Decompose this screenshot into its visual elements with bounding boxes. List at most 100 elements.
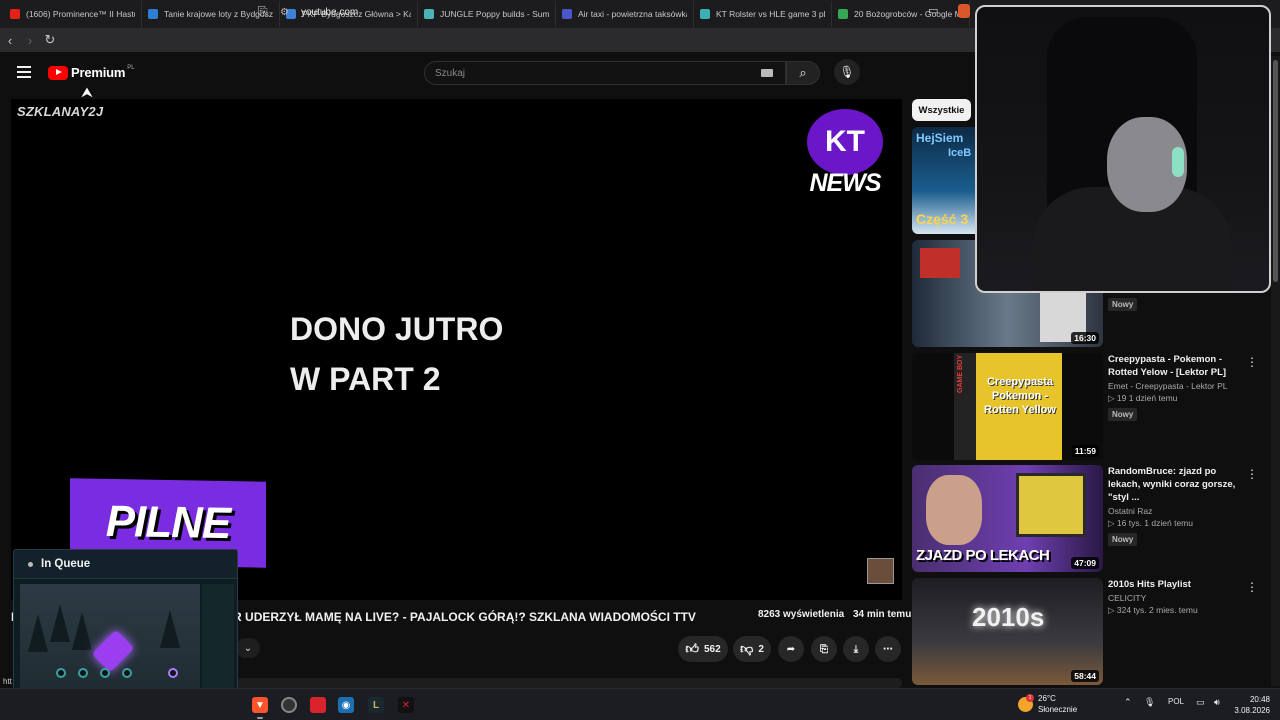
tree-graphic: [72, 612, 92, 650]
active-indicator: [257, 717, 263, 719]
more-actions-button[interactable]: ⋯: [875, 636, 901, 662]
video-thumbnail[interactable]: GAME BOY Creepypasta Pokemon - Rotten Ye…: [912, 353, 1103, 460]
more-options-icon[interactable]: ⋮: [1246, 580, 1258, 594]
views-icon: ▷: [1108, 518, 1117, 528]
view-count: 8263 wyświetlenia: [758, 609, 845, 620]
thumb-text: ZJAZD PO LEKACH: [916, 547, 1050, 564]
video-duration: 58:44: [1071, 670, 1099, 682]
url-text: youtube.com: [300, 6, 359, 18]
like-button[interactable]: 👍︎ 562: [678, 636, 728, 662]
video-title[interactable]: RandomBruce: zjazd po lekach, wyniki cor…: [1108, 465, 1248, 504]
menu-icon[interactable]: [17, 66, 31, 78]
more-icon: ⋯: [883, 643, 893, 655]
save-button[interactable]: ⎘: [811, 636, 837, 662]
filter-chip-all[interactable]: Wszystkie: [912, 99, 971, 121]
channel-name[interactable]: Ostatni Raz: [1108, 506, 1248, 516]
tab-title: (1606) Prominence™ II Hastur: [26, 9, 135, 19]
dislike-button[interactable]: 👎︎ 2: [733, 636, 771, 662]
youtube-premium-logo[interactable]: Premium PL: [48, 65, 135, 80]
thumb-text: Rotten Yellow: [984, 404, 1056, 416]
description-box[interactable]: [236, 678, 902, 688]
video-player[interactable]: SZKLANAY2J KT NEWS DONO JUTRO W PART 2 P…: [11, 99, 902, 600]
video-stats-text: 324 tys. 2 mies. temu: [1116, 605, 1198, 615]
views-icon: ▷: [1108, 605, 1117, 615]
logo-text: Premium: [71, 65, 126, 80]
search-input[interactable]: Szukaj: [424, 61, 786, 85]
new-badge: Nowy: [1108, 408, 1138, 421]
video-thumbnail[interactable]: 2010s 58:44: [912, 578, 1103, 685]
chat-panel: [202, 584, 234, 704]
share-button[interactable]: ➦: [778, 636, 804, 662]
mic-tray-icon[interactable]: 🎙: [1144, 697, 1155, 708]
scrollbar-thumb[interactable]: [1273, 60, 1278, 282]
mic-icon: 🎙: [839, 65, 855, 79]
video-title[interactable]: Creepypasta - Pokemon - Rotted Yelow - […: [1108, 353, 1248, 379]
keyboard-icon[interactable]: [761, 69, 773, 77]
video-stats: ▷ 19 1 dzień temu: [1108, 393, 1248, 404]
queue-header: In Queue: [14, 550, 237, 579]
thumb-text: 2010s: [972, 602, 1045, 632]
headset-icon: [1172, 147, 1184, 177]
video-center-text: DONO JUTRO W PART 2: [290, 304, 503, 404]
video-thumbnail[interactable]: ZJAZD PO LEKACH 47:09: [912, 465, 1103, 572]
page-scrollbar[interactable]: [1271, 56, 1280, 686]
thumb-text: Creepypasta Pokemon - Rotten Yellow: [978, 375, 1062, 417]
site-settings-icon[interactable]: ⚙: [280, 7, 289, 18]
voice-search-button[interactable]: 🎙: [834, 59, 860, 85]
network-icon[interactable]: ▭: [1196, 697, 1205, 708]
tray-expand-icon[interactable]: ⌃: [1124, 697, 1132, 708]
channel-avatar-overlay[interactable]: [867, 558, 894, 584]
brave-shield-icon[interactable]: [958, 4, 970, 18]
weather-text: 26°C Słonecznie: [1038, 693, 1077, 715]
back-icon[interactable]: ‹: [0, 33, 20, 48]
more-options-icon[interactable]: ⋮: [1246, 467, 1258, 481]
clock-time: 20:48: [1249, 695, 1270, 704]
league-client-icon[interactable]: L: [368, 697, 384, 713]
bookmark-icon[interactable]: ⎘: [258, 4, 268, 19]
video-stats: ▷ 16 tys. 1 dzień temu: [1108, 518, 1248, 529]
download-icon: ⤓: [853, 643, 859, 655]
clock-date: 3.08.2026: [1234, 706, 1270, 715]
urgent-banner-text: PILNE: [105, 496, 231, 549]
video-stats-text: 16 tys. 1 dzień temu: [1116, 518, 1193, 528]
video-info: Nowy: [1108, 294, 1248, 312]
cast-icon[interactable]: ▭: [928, 4, 938, 17]
upload-age: 34 min temu: [852, 609, 912, 620]
url-field[interactable]: ⚙ youtube.com: [280, 3, 970, 21]
video-stats: ▷ 324 tys. 2 mies. temu: [1108, 605, 1248, 616]
tree-graphic: [28, 614, 48, 652]
steam-icon[interactable]: ◉: [338, 697, 354, 713]
crystal-graphic: [91, 629, 135, 673]
more-options-icon[interactable]: ⋮: [1246, 355, 1258, 369]
country-code: PL: [127, 64, 135, 71]
language-indicator[interactable]: POL: [1168, 697, 1184, 706]
ea-app-icon[interactable]: [310, 697, 326, 713]
search-icon: ⌕: [799, 65, 807, 80]
share-icon: ➦: [786, 643, 796, 655]
channel-name[interactable]: Emet - Creepypasta - Lektor PL: [1108, 381, 1248, 391]
brave-browser-icon[interactable]: ▼: [252, 697, 268, 713]
thumb-text: Część 3: [916, 211, 969, 227]
reload-icon[interactable]: ↻: [40, 32, 60, 48]
browser-tab[interactable]: (1606) Prominence™ II Hastur: [4, 1, 142, 27]
expand-description-button[interactable]: ⌄: [236, 638, 260, 658]
thumbs-up-icon: 👍︎: [685, 641, 699, 656]
search-button[interactable]: ⌕: [786, 61, 820, 85]
system-clock[interactable]: 20:48 3.08.2026: [1230, 694, 1270, 716]
volume-icon[interactable]: 🔊︎: [1214, 697, 1220, 708]
channel-name[interactable]: CELICITY: [1108, 593, 1248, 603]
bookmark-save-icon: ⎘: [820, 643, 828, 655]
queue-status: In Queue: [41, 558, 91, 570]
riot-client-icon[interactable]: ✕: [398, 697, 414, 713]
forward-icon[interactable]: ›: [20, 33, 40, 48]
obs-icon[interactable]: [281, 697, 297, 713]
video-info: 2010s Hits Playlist CELICITY ▷ 324 tys. …: [1108, 578, 1248, 616]
tab-title: Tanie krajowe loty z Bydgoszcz: [164, 9, 273, 19]
weather-widget[interactable]: 1 26°C Słonecznie: [1018, 693, 1077, 715]
game-slot-icon: [78, 668, 88, 678]
video-title[interactable]: 2010s Hits Playlist: [1108, 578, 1248, 591]
news-logo-word: NEWS: [809, 169, 882, 197]
video-text-line2: W PART 2: [290, 361, 441, 397]
download-button[interactable]: ⤓: [843, 636, 869, 662]
sun-icon: 1: [1018, 693, 1034, 712]
